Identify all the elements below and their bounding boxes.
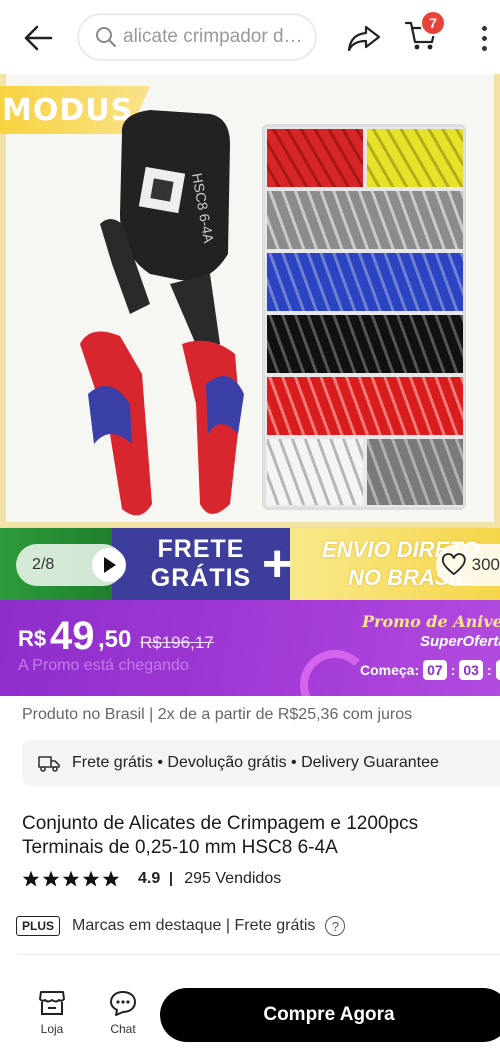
- installments-info: Produto no Brasil | 2x de a partir de R$…: [22, 706, 413, 723]
- play-video-button[interactable]: [92, 548, 126, 582]
- cart-button[interactable]: 7: [404, 10, 446, 58]
- terminal-compartment: [267, 253, 463, 311]
- image-counter: 2/8: [16, 544, 126, 586]
- free-shipping-line2: GRÁTIS: [150, 564, 252, 592]
- countdown-label: Começa:: [360, 662, 420, 678]
- countdown-separator: :: [450, 662, 456, 678]
- price-integer: 49: [50, 614, 95, 658]
- terminal-compartment: [267, 315, 463, 373]
- plus-icon: +: [262, 535, 293, 593]
- terminal-compartment: [267, 191, 463, 249]
- heart-icon: [442, 553, 466, 576]
- product-title: Conjunto de Alicates de Crimpagem e 1200…: [22, 813, 419, 858]
- plus-badge: PLUS: [16, 916, 61, 936]
- dot-icon: [481, 45, 487, 51]
- free-shipping-text: FRETE GRÁTIS: [151, 535, 251, 593]
- benefits-text: Frete grátis • Devolução grátis • Delive…: [72, 754, 439, 771]
- store-icon: [39, 991, 65, 1015]
- terminal-compartment: [267, 129, 363, 187]
- favorite-count: 300: [471, 555, 500, 574]
- countdown-seconds: 46: [495, 660, 500, 680]
- rating-value: 4.9: [138, 870, 161, 887]
- back-button[interactable]: [20, 20, 56, 56]
- image-counter-text: 2/8: [32, 556, 55, 573]
- play-icon: [104, 557, 116, 573]
- star-icon: [42, 870, 60, 887]
- plus-row[interactable]: PLUS Marcas em destaque | Frete grátis ?: [16, 914, 346, 938]
- more-options-button[interactable]: [474, 20, 494, 56]
- countdown-minutes: 03: [459, 660, 483, 680]
- terminal-compartment: [367, 129, 463, 187]
- bottom-action-bar: Loja Chat Compre Agora: [0, 978, 500, 1057]
- countdown: Começa: 07 : 03 : 46: [360, 660, 500, 680]
- rating-stars: [22, 870, 120, 888]
- star-icon: [22, 870, 40, 887]
- arrow-left-icon: [24, 25, 53, 51]
- search-placeholder: alicate crimpador de ...: [123, 26, 313, 47]
- product-image[interactable]: MODUS HSC8 6-4A: [0, 74, 500, 528]
- original-price: R$196,17: [140, 633, 214, 652]
- rating-row[interactable]: 4.9 295 Vendidos: [22, 868, 281, 890]
- search-icon: [96, 27, 117, 48]
- buy-now-button[interactable]: Compre Agora: [160, 988, 500, 1042]
- top-bar: alicate crimpador de ... 7: [0, 0, 500, 74]
- help-icon[interactable]: ?: [325, 916, 346, 936]
- price-band: R$ 49 ,50 R$196,17 A Promo está chegando…: [0, 600, 500, 696]
- favorite-button[interactable]: 300: [436, 544, 500, 586]
- free-shipping-line1: FRETE: [157, 535, 245, 563]
- star-icon: [102, 870, 120, 887]
- dot-icon: [481, 35, 487, 41]
- dot-icon: [481, 25, 487, 31]
- promo-notice: A Promo está chegando: [18, 657, 189, 674]
- benefits-row[interactable]: Frete grátis • Devolução grátis • Delive…: [22, 740, 500, 786]
- plus-text: Marcas em destaque | Frete grátis: [72, 917, 316, 934]
- super-offer-label: SuperOferta: [420, 633, 500, 650]
- store-tab-label: Loja: [40, 1022, 64, 1036]
- cart-count-badge: 7: [420, 10, 446, 36]
- share-button[interactable]: [344, 20, 384, 56]
- price-currency: R$: [18, 626, 47, 651]
- search-bar[interactable]: alicate crimpador de ...: [78, 14, 316, 60]
- terminal-compartment: [367, 439, 463, 505]
- chat-icon: [110, 991, 136, 1016]
- chat-tab[interactable]: Chat: [98, 990, 148, 1036]
- share-icon: [347, 25, 381, 52]
- campaign-title: Promo de Aniversário: [362, 612, 500, 631]
- chat-tab-label: Chat: [110, 1022, 136, 1036]
- terminals-box: [262, 124, 466, 510]
- divider: [18, 954, 500, 955]
- delivery-truck-icon: [38, 756, 60, 772]
- countdown-hours: 07: [423, 660, 447, 680]
- price-decimal: ,50: [98, 626, 132, 653]
- rating-separator: [170, 872, 173, 886]
- store-tab[interactable]: Loja: [27, 990, 77, 1036]
- star-icon: [82, 870, 100, 887]
- terminal-compartment: [267, 439, 363, 505]
- countdown-separator: :: [486, 662, 492, 678]
- sold-count: 295 Vendidos: [184, 870, 282, 887]
- terminal-compartment: [267, 377, 463, 435]
- star-icon: [62, 870, 80, 887]
